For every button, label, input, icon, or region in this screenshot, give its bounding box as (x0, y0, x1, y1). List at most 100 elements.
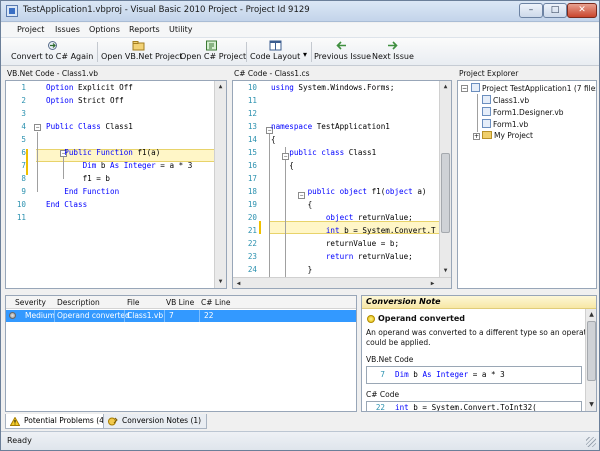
note-scroll-thumb[interactable] (587, 321, 596, 381)
vb-line-number: 11 (16, 213, 26, 222)
cell-severity: Medium (25, 311, 55, 320)
cs-horizontal-scrollbar[interactable]: ◀ ▶ (233, 277, 451, 288)
main-window: TestApplication1.vbproj - Visual Basic 2… (0, 0, 600, 451)
note-vb-label: VB.Net Code (366, 355, 414, 364)
code-layout-button[interactable]: Code Layout (250, 40, 300, 64)
cell-divider (164, 310, 165, 322)
column-header-severity[interactable]: Severity (15, 298, 46, 307)
scroll-down-arrow[interactable]: ▼ (586, 399, 596, 410)
vb-line-number: 7 (21, 161, 26, 170)
resize-grip[interactable] (586, 437, 596, 447)
issues-list[interactable]: Severity Description File VB Line C# Lin… (5, 295, 357, 412)
tab-conversion-notes[interactable]: Conversion Notes (1) (103, 414, 208, 429)
column-header-cs-line[interactable]: C# Line (201, 298, 231, 307)
scroll-up-arrow[interactable]: ▲ (586, 309, 596, 320)
vb-fold-guide (37, 132, 38, 192)
column-header-vb-line[interactable]: VB Line (166, 298, 194, 307)
vb-fold-toggle[interactable]: − (34, 124, 41, 131)
vb-code-line: End Class (46, 200, 88, 209)
previous-arrow-icon (336, 41, 346, 50)
vb-code-editor[interactable]: 1 2 3 4 5 6 7 8 9 10 11 − − Option Expli… (5, 80, 227, 289)
tree-expand-toggle[interactable]: + (473, 133, 480, 140)
window-title: TestApplication1.vbproj - Visual Basic 2… (23, 5, 310, 15)
tree-item-project-root[interactable]: Project TestApplication1 (7 files) (471, 83, 596, 93)
cell-file: Class1.vb (127, 311, 164, 320)
cs-code-line: } (271, 265, 313, 274)
tree-guide (477, 94, 478, 132)
open-cs-icon (205, 40, 217, 51)
vb-pane-header: VB.Net Code - Class1.vb (7, 69, 98, 78)
minimize-button[interactable]: – (519, 3, 543, 18)
project-icon (471, 83, 480, 92)
cs-vertical-scrollbar[interactable]: ▲ ▼ (439, 81, 451, 277)
maximize-button[interactable]: □ (543, 3, 567, 18)
cs-line-number: 21 (247, 226, 257, 235)
cs-line-number: 24 (247, 265, 257, 274)
scroll-right-arrow[interactable]: ▶ (427, 278, 438, 288)
tree-item-folder[interactable]: My Project (482, 131, 533, 140)
cs-code-line: public class Class1 (271, 148, 377, 157)
vb-code-line: End Function (46, 187, 120, 196)
note-cs-label: C# Code (366, 390, 400, 399)
cs-code-line: return returnValue; (271, 252, 413, 261)
convert-again-button[interactable]: Convert to C# Again (11, 40, 93, 64)
open-folder-icon (132, 41, 144, 51)
cs-code-editor[interactable]: 10 11 12 13 14 15 16 17 18 19 20 21 22 2… (232, 80, 452, 289)
table-row[interactable]: Medium Operand converted Class1.vb 7 22 (6, 310, 356, 322)
cs-code-line: { (271, 200, 313, 209)
scroll-down-arrow[interactable]: ▼ (215, 276, 226, 287)
warning-icon (10, 417, 20, 426)
tab-potential-problems[interactable]: Potential Problems (4) (5, 414, 113, 429)
tree-item-file[interactable]: Form1.vb (482, 119, 528, 129)
menu-project[interactable]: Project (17, 25, 44, 34)
cs-fold-guide (269, 134, 270, 284)
vb-line-number: 6 (21, 148, 26, 157)
cs-code-line: { (271, 135, 276, 144)
close-button[interactable]: ✕ (567, 3, 597, 18)
cell-divider (124, 310, 125, 322)
open-cs-project-button[interactable]: Open C# Project (180, 40, 246, 64)
column-header-file[interactable]: File (127, 298, 140, 307)
cs-code-line: object returnValue; (271, 213, 413, 222)
note-bullet-icon (367, 315, 375, 323)
previous-issue-button[interactable]: Previous Issue (314, 40, 371, 64)
vb-line-number: 8 (21, 174, 26, 183)
convert-icon (47, 41, 57, 50)
tree-item-file[interactable]: Class1.vb (482, 95, 529, 105)
vb-code-line: Public Function f1(a) (46, 148, 161, 157)
cs-line-number: 13 (247, 122, 257, 131)
scroll-down-arrow[interactable]: ▼ (440, 265, 451, 276)
vb-file-icon (482, 95, 491, 104)
note-vb-code-snippet: 7 Dim b As Integer = a * 3 (366, 366, 582, 384)
cs-line-number: 19 (247, 200, 257, 209)
column-header-description[interactable]: Description (57, 298, 100, 307)
menu-options[interactable]: Options (89, 25, 120, 34)
vb-file-icon (482, 119, 491, 128)
tree-item-file[interactable]: Form1.Designer.vb (482, 107, 564, 117)
severity-icon (9, 312, 16, 319)
cs-line-number: 12 (247, 109, 257, 118)
menu-issues[interactable]: Issues (55, 25, 80, 34)
cs-code-line: int b = System.Convert.T (271, 226, 436, 235)
note-vertical-scrollbar[interactable]: ▲ ▼ (585, 309, 596, 411)
title-bar[interactable]: TestApplication1.vbproj - Visual Basic 2… (1, 1, 599, 22)
bottom-tab-strip: Potential Problems (4) Conversion Notes … (1, 413, 599, 430)
scroll-up-arrow[interactable]: ▲ (215, 81, 226, 92)
project-explorer-tree[interactable]: − Project TestApplication1 (7 files) Cla… (457, 80, 597, 289)
vb-line-number: 5 (21, 135, 26, 144)
vb-code-line: Option Explicit Off (46, 83, 133, 92)
next-issue-button[interactable]: Next Issue (372, 40, 414, 64)
scroll-up-arrow[interactable]: ▲ (440, 81, 451, 92)
issues-grid-header: Severity Description File VB Line C# Lin… (6, 296, 356, 309)
cs-line-number: 16 (247, 161, 257, 170)
cs-line-number: 15 (247, 148, 257, 157)
open-vb-project-button[interactable]: Open VB.Net Project (101, 40, 182, 64)
cs-line-number: 11 (247, 96, 257, 105)
vb-vertical-scrollbar[interactable]: ▲ ▼ (214, 81, 226, 288)
cs-line-number: 20 (247, 213, 257, 222)
scroll-left-arrow[interactable]: ◀ (233, 278, 244, 288)
tree-collapse-toggle[interactable]: − (461, 85, 468, 92)
menu-reports[interactable]: Reports (129, 25, 160, 34)
menu-utility[interactable]: Utility (169, 25, 193, 34)
cs-scroll-thumb[interactable] (441, 153, 450, 233)
